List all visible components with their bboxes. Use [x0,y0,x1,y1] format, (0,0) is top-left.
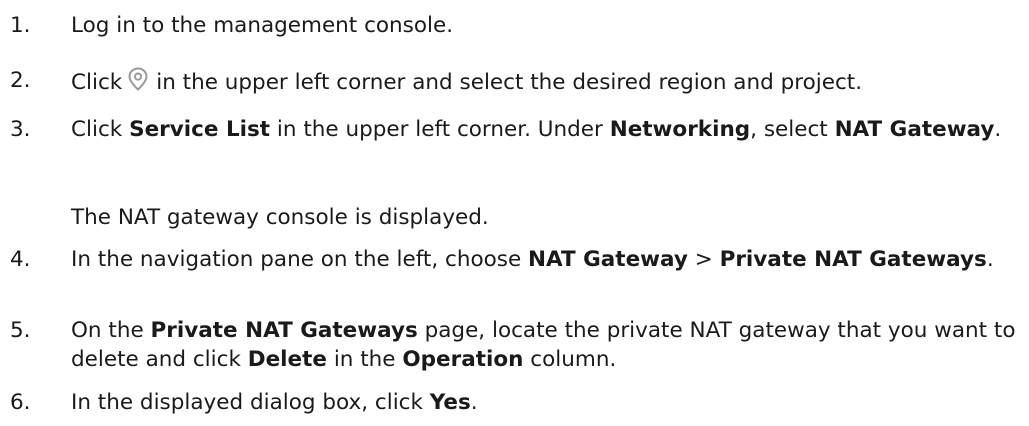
step-text: Log in to the management console. [71,11,1023,40]
ui-term: Operation [402,347,524,372]
ui-term: Yes [429,390,471,415]
procedure-steps: 1. Log in to the management console. 2. … [0,0,1029,426]
text: in the upper left corner. Under [270,117,610,142]
text: column. [523,347,617,372]
step-1-text: Log in to the management console. [71,13,454,38]
step-text: Click Service List in the upper left cor… [71,115,1023,144]
ui-term: Service List [129,117,271,142]
ui-term: Networking [609,117,751,142]
ui-term: Delete [247,347,327,372]
text: In the navigation pane on the left, choo… [71,247,529,272]
text: On the [71,318,151,343]
step-number: 3. [10,117,31,142]
ui-term: Private NAT Gateways [150,318,418,343]
text: In the displayed dialog box, click [71,390,430,415]
text: Click [71,117,130,142]
text: . [994,117,1002,142]
text: . [470,390,478,415]
text: > [687,247,720,272]
step-text: In the navigation pane on the left, choo… [71,245,1023,274]
step-text: In the displayed dialog box, click Yes. [71,388,1023,417]
text: . [986,247,994,272]
ui-term: Private NAT Gateways [719,247,987,272]
step-number: 5. [10,318,31,343]
text: , select [750,117,835,142]
ui-term: NAT Gateway [528,247,688,272]
step-2-text-after: in the upper left corner and select the … [156,70,863,95]
step-number: 6. [10,390,31,415]
step-number: 1. [10,13,31,38]
step-2-text-before: Click [71,70,123,95]
step-3-result: The NAT gateway console is displayed. [71,205,489,230]
location-pin-icon [128,67,148,91]
ui-term: NAT Gateway [834,117,995,142]
step-number: 2. [10,68,31,93]
text: in the [326,347,403,372]
step-text: Click in the upper left corner and select… [71,66,1029,97]
step-number: 4. [10,247,31,272]
step-text: On the Private NAT Gateways page, locate… [71,316,1023,374]
